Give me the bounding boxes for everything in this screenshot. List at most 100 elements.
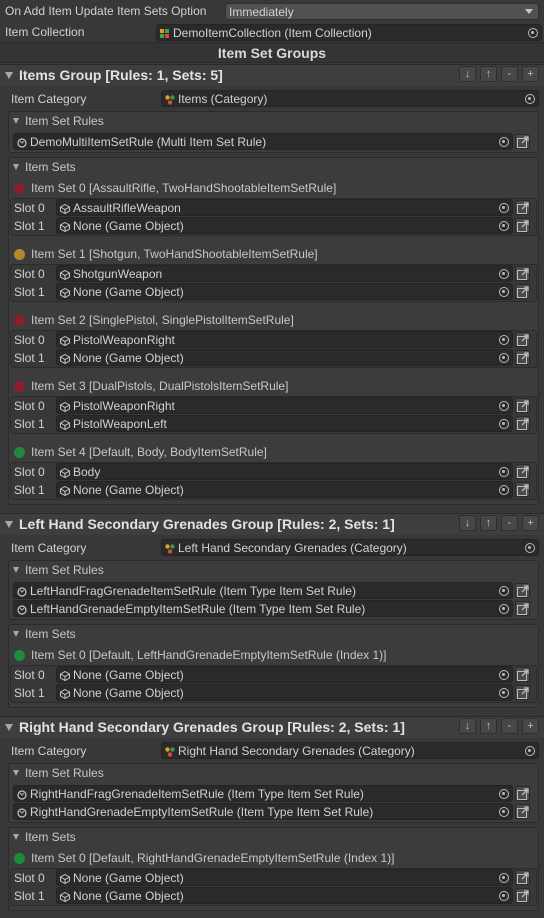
foldout-arrow-icon[interactable] bbox=[13, 567, 19, 573]
remove-button[interactable]: - bbox=[501, 718, 518, 734]
item-set-rules-header[interactable]: Item Set Rules bbox=[13, 112, 104, 130]
open-external-icon[interactable] bbox=[515, 416, 530, 431]
item-set-title[interactable]: Item Set 0 [Default, LeftHandGrenadeEmpt… bbox=[14, 646, 387, 664]
slot-field[interactable]: None (Game Object) bbox=[56, 481, 513, 498]
group-header[interactable]: Right Hand Secondary Grenades Group [Rul… bbox=[5, 717, 405, 737]
object-picker-icon[interactable] bbox=[499, 586, 509, 596]
object-picker-icon[interactable] bbox=[499, 789, 509, 799]
foldout-arrow-icon[interactable] bbox=[5, 520, 13, 528]
open-external-icon[interactable] bbox=[515, 398, 530, 413]
object-picker-icon[interactable] bbox=[499, 287, 509, 297]
open-external-icon[interactable] bbox=[515, 786, 530, 801]
slot-field[interactable]: None (Game Object) bbox=[56, 869, 513, 886]
item-set-title[interactable]: Item Set 4 [Default, Body, BodyItemSetRu… bbox=[14, 443, 267, 461]
object-picker-icon[interactable] bbox=[499, 873, 509, 883]
item-sets-header[interactable]: Item Sets bbox=[13, 158, 76, 176]
object-picker-icon[interactable] bbox=[499, 335, 509, 345]
open-external-icon[interactable] bbox=[515, 134, 530, 149]
add-button[interactable]: + bbox=[522, 718, 539, 734]
item-set-rule-field[interactable]: DemoMultiItemSetRule (Multi Item Set Rul… bbox=[13, 133, 513, 150]
foldout-arrow-icon[interactable] bbox=[13, 631, 19, 637]
item-sets-header[interactable]: Item Sets bbox=[13, 828, 76, 846]
slot-field[interactable]: None (Game Object) bbox=[56, 666, 513, 683]
remove-button[interactable]: - bbox=[501, 515, 518, 531]
item-set-title[interactable]: Item Set 0 [AssaultRifle, TwoHandShootab… bbox=[14, 179, 336, 197]
on-add-dropdown[interactable]: Immediately bbox=[225, 3, 539, 20]
open-external-icon[interactable] bbox=[515, 218, 530, 233]
add-button[interactable]: + bbox=[522, 515, 539, 531]
object-picker-icon[interactable] bbox=[499, 221, 509, 231]
item-set-title[interactable]: Item Set 1 [Shotgun, TwoHandShootableIte… bbox=[14, 245, 318, 263]
item-set-title[interactable]: Item Set 2 [SinglePistol, SinglePistolIt… bbox=[14, 311, 294, 329]
move-down-button[interactable]: ↓ bbox=[459, 718, 476, 734]
open-external-icon[interactable] bbox=[515, 266, 530, 281]
item-category-field[interactable]: Left Hand Secondary Grenades (Category) bbox=[161, 539, 539, 556]
item-set-rule-field[interactable]: RightHandGrenadeEmptyItemSetRule (Item T… bbox=[13, 803, 513, 820]
open-external-icon[interactable] bbox=[515, 667, 530, 682]
foldout-arrow-icon[interactable] bbox=[5, 71, 13, 79]
object-picker-icon[interactable] bbox=[525, 746, 535, 756]
slot-field[interactable]: ShotgunWeapon bbox=[56, 265, 513, 282]
foldout-arrow-icon[interactable] bbox=[13, 834, 19, 840]
item-set-title[interactable]: Item Set 3 [DualPistols, DualPistolsItem… bbox=[14, 377, 288, 395]
slot-field[interactable]: None (Game Object) bbox=[56, 349, 513, 366]
item-set-rules-header[interactable]: Item Set Rules bbox=[13, 764, 104, 782]
open-external-icon[interactable] bbox=[515, 464, 530, 479]
open-external-icon[interactable] bbox=[515, 482, 530, 497]
item-set-rule-field[interactable]: LeftHandGrenadeEmptyItemSetRule (Item Ty… bbox=[13, 600, 513, 617]
open-external-icon[interactable] bbox=[515, 804, 530, 819]
object-picker-icon[interactable] bbox=[499, 485, 509, 495]
object-picker-icon[interactable] bbox=[525, 543, 535, 553]
object-picker-icon[interactable] bbox=[499, 137, 509, 147]
remove-button[interactable]: - bbox=[501, 66, 518, 82]
object-picker-icon[interactable] bbox=[528, 28, 538, 38]
object-picker-icon[interactable] bbox=[525, 94, 535, 104]
open-external-icon[interactable] bbox=[515, 601, 530, 616]
object-picker-icon[interactable] bbox=[499, 670, 509, 680]
open-external-icon[interactable] bbox=[515, 870, 530, 885]
slot-field[interactable]: None (Game Object) bbox=[56, 217, 513, 234]
item-category-field[interactable]: Right Hand Secondary Grenades (Category) bbox=[161, 742, 539, 759]
move-down-button[interactable]: ↓ bbox=[459, 515, 476, 531]
add-button[interactable]: + bbox=[522, 66, 539, 82]
object-picker-icon[interactable] bbox=[499, 807, 509, 817]
item-sets-header[interactable]: Item Sets bbox=[13, 625, 76, 643]
slot-field[interactable]: PistolWeaponRight bbox=[56, 397, 513, 414]
move-up-button[interactable]: ↑ bbox=[480, 66, 497, 82]
move-up-button[interactable]: ↑ bbox=[480, 718, 497, 734]
foldout-arrow-icon[interactable] bbox=[13, 118, 19, 124]
object-picker-icon[interactable] bbox=[499, 891, 509, 901]
foldout-arrow-icon[interactable] bbox=[13, 770, 19, 776]
item-category-field[interactable]: Items (Category) bbox=[161, 90, 539, 107]
object-picker-icon[interactable] bbox=[499, 467, 509, 477]
foldout-arrow-icon[interactable] bbox=[13, 164, 19, 170]
move-down-button[interactable]: ↓ bbox=[459, 66, 476, 82]
slot-field[interactable]: PistolWeaponLeft bbox=[56, 415, 513, 432]
group-header[interactable]: Left Hand Secondary Grenades Group [Rule… bbox=[5, 514, 395, 534]
open-external-icon[interactable] bbox=[515, 685, 530, 700]
slot-field[interactable]: None (Game Object) bbox=[56, 684, 513, 701]
slot-field[interactable]: Body bbox=[56, 463, 513, 480]
slot-field[interactable]: None (Game Object) bbox=[56, 283, 513, 300]
item-set-rule-field[interactable]: LeftHandFragGrenadeItemSetRule (Item Typ… bbox=[13, 582, 513, 599]
object-picker-icon[interactable] bbox=[499, 419, 509, 429]
group-header[interactable]: Items Group [Rules: 1, Sets: 5] bbox=[5, 65, 223, 85]
open-external-icon[interactable] bbox=[515, 583, 530, 598]
slot-field[interactable]: AssaultRifleWeapon bbox=[56, 199, 513, 216]
object-picker-icon[interactable] bbox=[499, 269, 509, 279]
open-external-icon[interactable] bbox=[515, 284, 530, 299]
open-external-icon[interactable] bbox=[515, 200, 530, 215]
item-set-rules-header[interactable]: Item Set Rules bbox=[13, 561, 104, 579]
item-set-title[interactable]: Item Set 0 [Default, RightHandGrenadeEmp… bbox=[14, 849, 395, 867]
move-up-button[interactable]: ↑ bbox=[480, 515, 497, 531]
object-picker-icon[interactable] bbox=[499, 604, 509, 614]
object-picker-icon[interactable] bbox=[499, 688, 509, 698]
slot-field[interactable]: None (Game Object) bbox=[56, 887, 513, 904]
item-collection-field[interactable]: DemoItemCollection (Item Collection) bbox=[156, 24, 542, 41]
open-external-icon[interactable] bbox=[515, 332, 530, 347]
object-picker-icon[interactable] bbox=[499, 203, 509, 213]
object-picker-icon[interactable] bbox=[499, 401, 509, 411]
foldout-arrow-icon[interactable] bbox=[5, 723, 13, 731]
slot-field[interactable]: PistolWeaponRight bbox=[56, 331, 513, 348]
open-external-icon[interactable] bbox=[515, 350, 530, 365]
